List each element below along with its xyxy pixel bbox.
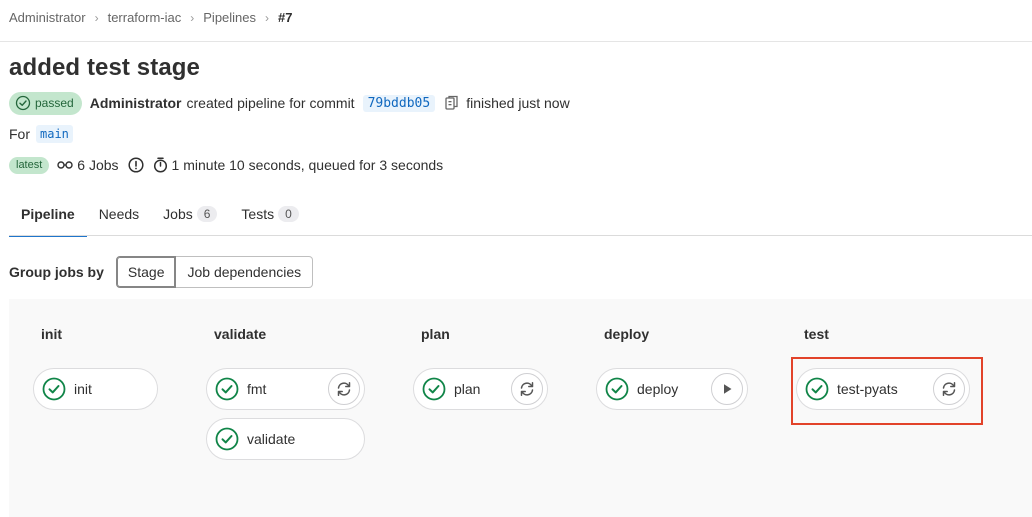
job-validate[interactable]: validate xyxy=(206,418,365,460)
tab-label: Jobs xyxy=(163,206,193,222)
pipeline-tabs: Pipeline Needs Jobs 6 Tests 0 xyxy=(9,191,1032,237)
job-name: deploy xyxy=(637,381,679,397)
tab-pipeline[interactable]: Pipeline xyxy=(9,192,87,237)
pipeline-status-line: passed Administrator created pipeline fo… xyxy=(9,91,570,115)
job-name: init xyxy=(74,381,92,397)
breadcrumb-item-pipelines[interactable]: Pipelines xyxy=(203,10,256,25)
job-fmt[interactable]: fmt xyxy=(206,368,365,410)
tab-label: Needs xyxy=(98,206,140,222)
tab-label: Pipeline xyxy=(21,206,75,222)
chevron-right-icon: › xyxy=(94,10,99,25)
group-jobs-by-label: Group jobs by xyxy=(9,264,104,280)
chevron-right-icon: › xyxy=(265,10,270,25)
job-name: plan xyxy=(454,381,481,397)
group-jobs-by: Group jobs by Stage Job dependencies xyxy=(9,256,314,288)
tabs-divider xyxy=(9,235,1032,236)
tab-tests[interactable]: Tests 0 xyxy=(229,192,310,236)
status-success-icon xyxy=(42,377,66,401)
stage-title-deploy: deploy xyxy=(604,326,650,342)
user-link[interactable]: Administrator xyxy=(90,95,182,111)
check-circle-icon xyxy=(15,95,31,111)
branch-line: For main xyxy=(9,125,73,143)
status-success-icon xyxy=(215,427,239,451)
stage-title-init: init xyxy=(41,326,62,342)
stage-title-test: test xyxy=(804,326,829,342)
timer-icon xyxy=(153,157,168,173)
highlight-box xyxy=(791,357,983,425)
play-button[interactable] xyxy=(711,373,743,405)
finished-text: finished just now xyxy=(466,95,570,111)
pipeline-meta-line: latest 6 Jobs 1 minute 10 seconds, queue… xyxy=(9,155,443,175)
retry-button[interactable] xyxy=(328,373,360,405)
job-name: fmt xyxy=(247,381,267,397)
tab-jobs[interactable]: Jobs 6 xyxy=(151,192,229,236)
tab-count-badge: 6 xyxy=(196,206,218,222)
branch-link[interactable]: main xyxy=(36,125,73,143)
job-deploy[interactable]: deploy xyxy=(596,368,748,410)
tab-count-badge: 0 xyxy=(278,206,299,222)
play-icon xyxy=(724,384,732,394)
branch-prefix: For xyxy=(9,126,30,142)
stage-title-plan: plan xyxy=(421,326,450,342)
pipeline-graph: init init validate fmt validate plan pla… xyxy=(9,299,1032,517)
status-badge-label: passed xyxy=(35,96,74,110)
retry-icon xyxy=(520,382,534,396)
breadcrumb-item-current[interactable]: #7 xyxy=(278,10,292,25)
info-icon[interactable] xyxy=(127,157,144,173)
commit-sha-link[interactable]: 79bddb05 xyxy=(362,94,436,112)
breadcrumb-item-user[interactable]: Administrator xyxy=(9,10,86,25)
header-divider xyxy=(0,41,1032,42)
group-by-job-dependencies-button[interactable]: Job dependencies xyxy=(176,256,314,288)
job-plan[interactable]: plan xyxy=(413,368,548,410)
status-badge[interactable]: passed xyxy=(9,91,82,115)
latest-badge: latest xyxy=(9,156,50,174)
breadcrumb: Administrator › terraform-iac › Pipeline… xyxy=(9,10,293,25)
jobs-count: 6 Jobs xyxy=(77,157,119,173)
pipeline-icon xyxy=(57,158,73,172)
duration-text: 1 minute 10 seconds, queued for 3 second… xyxy=(171,157,444,173)
tab-needs[interactable]: Needs xyxy=(87,192,151,236)
status-success-icon xyxy=(422,377,446,401)
retry-button[interactable] xyxy=(511,373,543,405)
status-success-icon xyxy=(605,377,629,401)
chevron-right-icon: › xyxy=(190,10,195,25)
job-name: validate xyxy=(247,431,296,447)
tab-label: Tests xyxy=(241,206,275,222)
stage-title-validate: validate xyxy=(214,326,267,342)
status-success-icon xyxy=(215,377,239,401)
page-title: added test stage xyxy=(9,54,200,81)
job-init[interactable]: init xyxy=(33,368,158,410)
copy-icon[interactable] xyxy=(445,95,459,111)
breadcrumb-item-project[interactable]: terraform-iac xyxy=(108,10,182,25)
retry-icon xyxy=(337,382,351,396)
group-by-stage-button[interactable]: Stage xyxy=(115,256,177,288)
created-text: created pipeline for commit xyxy=(186,95,355,111)
